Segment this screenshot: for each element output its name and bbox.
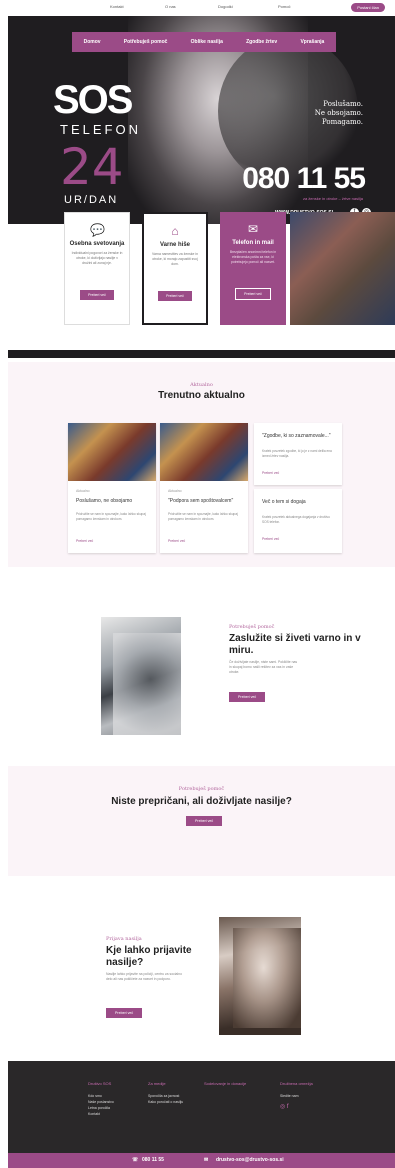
nav-item-domov[interactable]: Domov [84, 39, 101, 45]
varno-read-more-button[interactable]: Preberi več [229, 692, 266, 702]
news-image [68, 423, 156, 481]
news-title: Več o tem si dogaja [262, 499, 306, 505]
prijava-kicker: Prijava nasilja [106, 936, 142, 942]
nav-item-oblike-nasilja[interactable]: Oblike nasilja [191, 39, 223, 45]
news-description: Pridružite se nam in spoznajte, kako lah… [168, 512, 238, 521]
news-card[interactable]: "Zgodbe, ki so zaznamovale..." Kratek po… [254, 423, 342, 485]
phone-icon: ☏ [132, 1157, 139, 1163]
service-card-telefon-mail: ✉ Telefon in mail Brezplačen anonimni te… [220, 212, 286, 325]
card-title: Osebna svetovanja [69, 241, 125, 247]
footer-column-title[interactable]: Sodelovanje in donacije [204, 1081, 246, 1086]
logo-ur-dan: UR/DAN [64, 194, 119, 206]
logo-24: 24 [60, 138, 124, 196]
service-card-varne-hise: ⌂ Varne hiše Varna namestitev za ženske … [142, 212, 208, 325]
top-link-o-nas[interactable]: O nas [165, 4, 176, 9]
card-title: Telefon in mail [232, 240, 274, 246]
nav-item-pomoc[interactable]: Potřebuješ pomoč [124, 39, 168, 45]
news-title: "Podpora sem spoštovalcem" [168, 498, 234, 504]
footer-column: Za medije Sporočila za javnost Kako poro… [148, 1081, 183, 1105]
hero-phone-number[interactable]: 080 11 55 [242, 162, 366, 196]
news-read-more[interactable]: Preberi več [262, 537, 279, 541]
varno-kicker: Potrebuješ pomoč [229, 624, 275, 630]
footer-column: Sodelovanje in donacije [204, 1081, 246, 1093]
niste-read-more-button[interactable]: Preberi več [186, 816, 223, 826]
footer-column-title: Za medije [148, 1081, 166, 1086]
aktualno-kicker: Aktualno [190, 382, 213, 388]
card-read-more-button[interactable]: Preberi več [157, 290, 193, 302]
footer-column: Družbena omrežja Sledite nam ◎ f [280, 1081, 313, 1110]
niste-section: Potrebuješ pomoč Niste prepričani, ali d… [8, 766, 395, 876]
news-description: Pridružite se nam in spoznajte, kako lah… [76, 512, 146, 521]
prijava-title: Kje lahko prijavite nasilje? [106, 945, 192, 968]
card-description: Varna namestitev za ženske in otroke, ki… [152, 252, 198, 266]
logo-sos: SOS [53, 78, 133, 122]
news-description: Kratek povzetek zgodbe, ki jo je z nami … [262, 449, 332, 458]
news-card[interactable]: Aktualno "Podpora sem spoštovalcem" Prid… [160, 423, 248, 553]
news-read-more[interactable]: Preberi več [262, 471, 279, 475]
news-category: Aktualno [168, 489, 182, 493]
logo-telefon: TELEFON [60, 122, 141, 137]
news-card[interactable]: Več o tem si dogaja Kratek povzetek aktu… [254, 489, 342, 553]
news-read-more[interactable]: Preberi več [168, 539, 185, 543]
slogan-line: Poslušamo. [323, 100, 363, 108]
nav-item-zgodbe[interactable]: Zgodbe žrtev [246, 39, 277, 45]
service-card-svetovanja: 💬 Osebna svetovanja Individualni pogovor… [64, 212, 130, 325]
news-image [160, 423, 248, 481]
footer-contact-bar: ☏ 080 11 55 ✉ drustvo-sos@drustvo-sos.si [8, 1153, 395, 1168]
news-description: Kratek povzetek aktualnega dogajanja v d… [262, 515, 330, 524]
varno-title: Zaslužite si živeti varno in v miru. [229, 633, 361, 656]
top-link-dogodki[interactable]: Dogodki [218, 4, 233, 9]
crowd-photo [290, 212, 395, 325]
card-read-more-button[interactable]: Preberi več [79, 289, 115, 301]
slogan-line: Pomagamo. [321, 118, 363, 126]
footer-link[interactable]: Sledite nam [280, 1093, 313, 1099]
card-description: Individualni pogovori za ženske in otrok… [71, 251, 123, 265]
niste-title: Niste prepričani, ali doživljate nasilje… [111, 796, 292, 807]
footer-column: Društvo SOS Kdo smo Naše poslanstvo Letn… [88, 1081, 114, 1117]
top-link-pomoc[interactable]: Pomoč [278, 4, 290, 9]
aktualno-title: Trenutno aktualno [158, 390, 245, 401]
news-read-more[interactable]: Preberi več [76, 539, 93, 543]
facebook-icon[interactable]: f [287, 1104, 289, 1110]
become-member-button[interactable]: Postani član [351, 3, 385, 12]
instagram-icon[interactable]: ◎ [280, 1104, 285, 1110]
hero-phone-subtitle: za ženske in otroke – žrtve nasilja [302, 196, 363, 201]
family-photo-overlay [233, 928, 301, 1028]
footer: Društvo SOS Kdo smo Naše poslanstvo Letn… [8, 1061, 395, 1153]
news-category: Aktualno [76, 489, 90, 493]
card-title: Varne hiše [159, 242, 191, 248]
footer-column-title: Družbena omrežja [280, 1081, 313, 1086]
card-read-more-button[interactable]: Preberi več [235, 288, 271, 300]
prijava-read-more-button[interactable]: Preberi več [106, 1008, 143, 1018]
hero-banner: Domov Potřebuješ pomoč Oblike nasilja Zg… [8, 16, 395, 224]
hands-photo-overlay [113, 633, 181, 735]
card-description: Brezplačen anonimni telefon in elektrons… [229, 250, 277, 264]
niste-kicker: Potrebuješ pomoč [178, 786, 225, 792]
news-title: "Zgodbe, ki so zaznamovale..." [262, 433, 331, 439]
news-title: Poslušamo, ne obsojamo [76, 498, 133, 504]
varno-description: Če doživljate nasilje, niste sami. Pokli… [229, 660, 298, 674]
top-link-kontakt[interactable]: Kontakt [110, 4, 124, 9]
hero-slogan: Poslušamo. Ne obsojamo. Pomagamo. [315, 100, 363, 127]
aktualno-section: Aktualno Trenutno aktualno Aktualno Posl… [8, 362, 395, 567]
footer-link[interactable]: Kontakt [88, 1111, 114, 1117]
news-card[interactable]: Aktualno Poslušamo, ne obsojamo Pridruži… [68, 423, 156, 553]
nav-item-vprasanja[interactable]: Vprašanja [300, 39, 324, 45]
section-divider [8, 350, 395, 358]
mail-icon: ✉ [247, 222, 259, 236]
chat-icon: 💬 [90, 223, 105, 237]
top-utility-bar: Kontakt O nas Dogodki Pomoč Postani član [0, 0, 395, 16]
slogan-line: Ne obsojamo. [314, 109, 363, 117]
house-icon: ⌂ [171, 224, 179, 238]
footer-link[interactable]: Kako poročati o nasilju [148, 1099, 183, 1105]
prijava-description: Nasilje lahko prijavite na policiji, cen… [106, 972, 182, 981]
mail-icon: ✉ [204, 1157, 209, 1163]
footer-phone[interactable]: 080 11 55 [142, 1157, 164, 1163]
footer-column-title: Društvo SOS [88, 1081, 112, 1086]
footer-email[interactable]: drustvo-sos@drustvo-sos.si [216, 1157, 284, 1163]
main-navigation: Domov Potřebuješ pomoč Oblike nasilja Zg… [72, 32, 336, 52]
